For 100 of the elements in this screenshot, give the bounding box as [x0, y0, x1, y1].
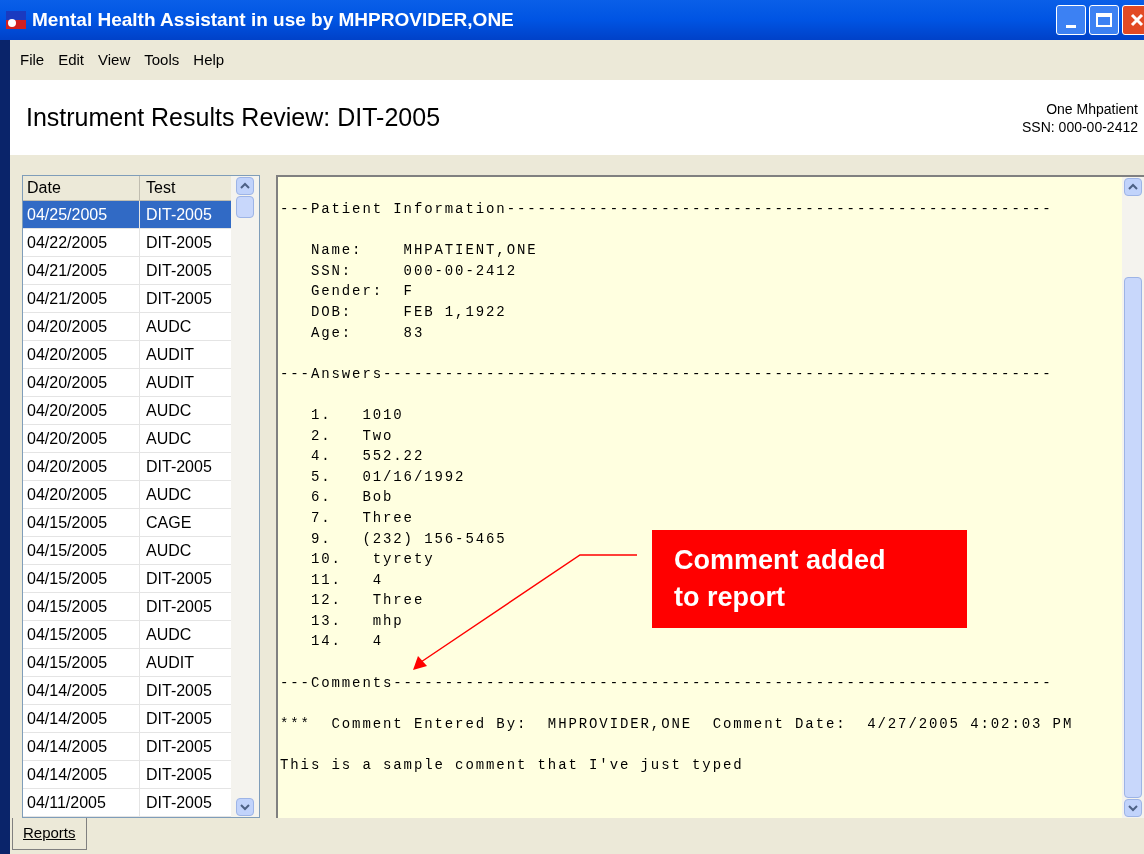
- test-cell-text: AUDIT: [145, 372, 195, 393]
- scrollbar[interactable]: [1122, 177, 1144, 818]
- close-button[interactable]: [1122, 5, 1144, 35]
- list-row[interactable]: 04/14/2005 DIT-2005: [23, 677, 231, 705]
- date-cell: 04/14/2005: [23, 761, 140, 788]
- scroll-up-button[interactable]: [236, 177, 254, 195]
- date-cell: 04/20/2005: [23, 481, 140, 508]
- menu-item[interactable]: Edit: [58, 48, 85, 72]
- list-row[interactable]: 04/20/2005 AUDC: [23, 481, 231, 509]
- list-row[interactable]: 04/14/2005 DIT-2005: [23, 705, 231, 733]
- date-cell: 04/20/2005: [23, 313, 140, 340]
- report-line: 6. Bob: [309, 488, 394, 508]
- scroll-up-button[interactable]: [1124, 178, 1142, 196]
- date-cell: 04/15/2005: [23, 621, 140, 648]
- test-cell-text: DIT-2005: [145, 764, 213, 785]
- report-line: 9. (232) 156-5465: [309, 529, 507, 549]
- column-header[interactable]: Test: [140, 176, 230, 200]
- list-row[interactable]: 04/15/2005 CAGE: [23, 509, 231, 537]
- list-row[interactable]: 04/15/2005 AUDC: [23, 621, 231, 649]
- page-title: Instrument Results Review: DIT-2005: [26, 101, 441, 133]
- report-line: 7. Three: [309, 508, 414, 528]
- list-row[interactable]: 04/20/2005 AUDC: [23, 397, 231, 425]
- list-row[interactable]: 04/21/2005 DIT-2005: [23, 285, 231, 313]
- test-cell-text: DIT-2005: [145, 260, 213, 281]
- date-cell: 04/15/2005: [23, 509, 140, 536]
- tab[interactable]: Reports: [12, 818, 87, 850]
- report-line: 10. tyrety: [309, 550, 435, 570]
- date-cell: 04/20/2005: [23, 453, 140, 480]
- test-cell-text: AUDC: [145, 316, 193, 337]
- column-header[interactable]: Date: [23, 176, 140, 200]
- test-cell-text: DIT-2005: [145, 680, 213, 701]
- date-cell: 04/14/2005: [23, 677, 140, 704]
- list-row[interactable]: 04/14/2005 DIT-2005: [23, 733, 231, 761]
- report-line: Name: MHPATIENT,ONE: [309, 241, 538, 261]
- test-cell-text: DIT-2005: [145, 288, 213, 309]
- test-cell-text: DIT-2005: [145, 708, 213, 729]
- chevron-up-icon: [1128, 183, 1138, 191]
- test-cell-text: DIT-2005: [145, 792, 213, 813]
- list-row[interactable]: 04/22/2005 DIT-2005: [23, 229, 231, 257]
- date-cell: 04/21/2005: [23, 257, 140, 284]
- list-row[interactable]: 04/15/2005 AUDIT: [23, 649, 231, 677]
- report-line: 13. mhp: [309, 611, 404, 631]
- menu-item[interactable]: Help: [193, 48, 225, 72]
- test-cell-text: AUDC: [145, 624, 193, 645]
- date-cell: 04/11/2005: [23, 789, 140, 816]
- date-cell: 04/22/2005: [23, 229, 140, 256]
- date-cell: 04/15/2005: [23, 593, 140, 620]
- maximize-button[interactable]: [1089, 5, 1119, 35]
- patient-name: One Mhpatient: [1046, 99, 1138, 118]
- list-row[interactable]: 04/20/2005 AUDIT: [23, 341, 231, 369]
- report-line: ---Patient Information-----------------------------------------------------: [280, 200, 1053, 219]
- date-cell: 04/15/2005: [23, 537, 140, 564]
- test-cell-text: AUDIT: [145, 652, 195, 673]
- list-row[interactable]: 04/14/2005 DIT-2005: [23, 761, 231, 789]
- list-row[interactable]: 04/20/2005 AUDC: [23, 425, 231, 453]
- list-row[interactable]: 04/11/2005 DIT-2005: [23, 789, 231, 817]
- test-cell-text: AUDIT: [145, 344, 195, 365]
- minimize-button[interactable]: [1056, 5, 1086, 35]
- menu-item[interactable]: File: [20, 48, 45, 72]
- test-cell-text: AUDC: [145, 400, 193, 421]
- list-row[interactable]: 04/25/2005 DIT-2005: [23, 201, 231, 229]
- test-cell-text: DIT-2005: [145, 568, 213, 589]
- scroll-thumb[interactable]: [1124, 277, 1142, 798]
- list-row[interactable]: 04/20/2005 DIT-2005: [23, 453, 231, 481]
- test-cell-text: DIT-2005: [145, 736, 213, 757]
- report-line: 14. 4: [309, 632, 383, 652]
- list-row[interactable]: 04/15/2005 DIT-2005: [23, 565, 231, 593]
- annotation-callout: Comment added to report: [652, 530, 967, 628]
- report-line: ---Comments----------------------------------------------------------------: [280, 673, 1053, 693]
- window-title: Mental Health Assistant in use by MHPROVIDER,ONE: [32, 7, 515, 32]
- test-cell-text: AUDC: [145, 484, 193, 505]
- scroll-down-button[interactable]: [236, 798, 254, 816]
- chevron-down-icon: [240, 803, 250, 811]
- menu-item[interactable]: Tools: [144, 48, 180, 72]
- test-cell-text: DIT-2005: [145, 204, 213, 225]
- report-line: 1. 1010: [309, 405, 404, 425]
- list-row[interactable]: 04/20/2005 AUDC: [23, 313, 231, 341]
- date-cell: 04/20/2005: [23, 341, 140, 368]
- report-line: 5. 01/16/1992: [309, 467, 466, 487]
- test-cell-text: CAGE: [145, 512, 193, 533]
- scroll-thumb[interactable]: [236, 196, 254, 218]
- date-cell: 04/20/2005: [23, 425, 140, 452]
- date-cell: 04/14/2005: [23, 705, 140, 732]
- chevron-down-icon: [1128, 804, 1138, 812]
- list-row[interactable]: 04/15/2005 AUDC: [23, 537, 231, 565]
- scroll-down-button[interactable]: [1124, 799, 1142, 817]
- test-cell-text: DIT-2005: [145, 596, 213, 617]
- report-line: Gender: F: [309, 282, 414, 302]
- scrollbar[interactable]: [231, 176, 259, 817]
- list-row[interactable]: 04/21/2005 DIT-2005: [23, 257, 231, 285]
- menu-item[interactable]: View: [98, 48, 131, 72]
- report-line: ---Answers-----------------------------------------------------------------: [280, 364, 1053, 384]
- report-line: This is a sample comment that I've just typed: [280, 756, 744, 776]
- test-cell-text: DIT-2005: [145, 456, 213, 477]
- list-row[interactable]: 04/15/2005 DIT-2005: [23, 593, 231, 621]
- close-icon: [1130, 13, 1144, 27]
- list-row[interactable]: 04/20/2005 AUDIT: [23, 369, 231, 397]
- date-cell: 04/20/2005: [23, 397, 140, 424]
- test-cell-text: AUDC: [145, 540, 193, 561]
- date-cell: 04/25/2005: [23, 201, 140, 228]
